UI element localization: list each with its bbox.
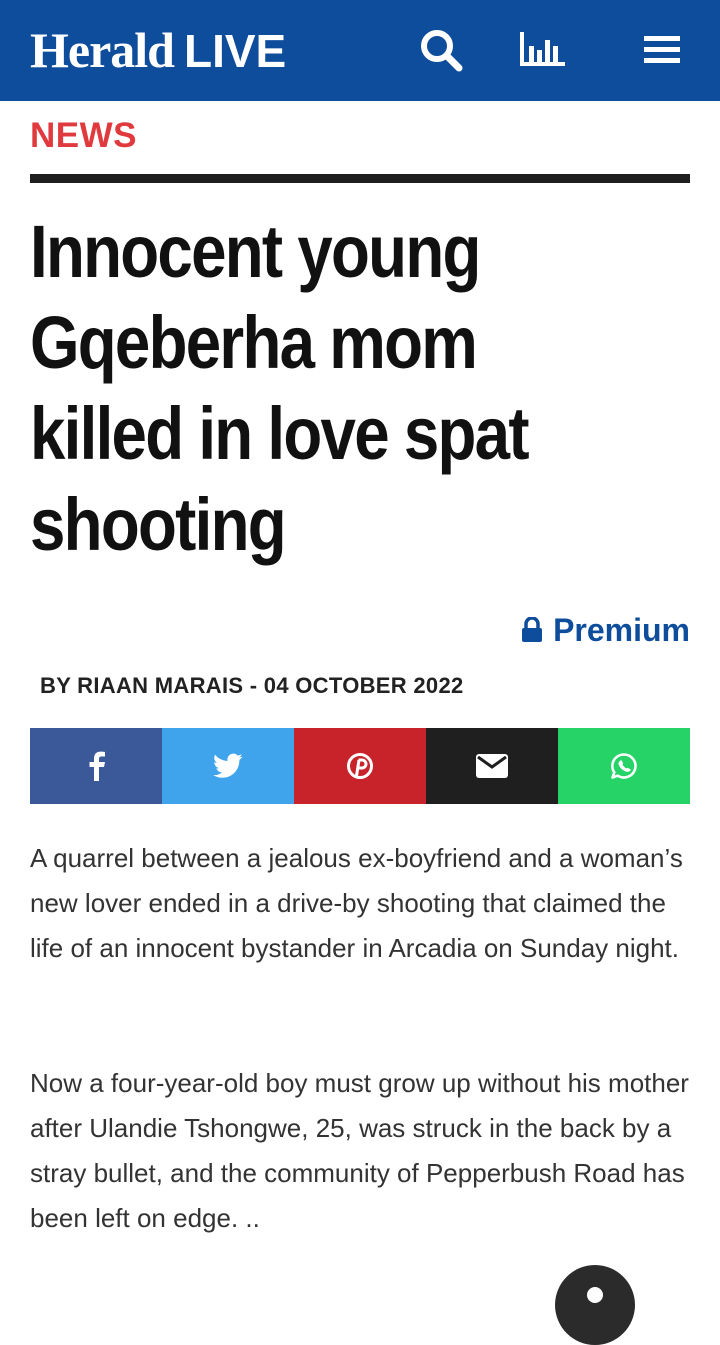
logo-main-text: Herald <box>30 22 175 78</box>
top-bar: Herald LIVE <box>0 0 720 101</box>
share-facebook-button[interactable] <box>30 728 162 804</box>
logo-live-text: LIVE <box>183 25 287 77</box>
share-bar <box>30 728 690 804</box>
twitter-icon <box>213 753 243 778</box>
article-paragraph: A quarrel between a jealous ex-boyfriend… <box>30 843 683 963</box>
share-twitter-button[interactable] <box>162 728 294 804</box>
premium-badge: Premium <box>521 610 690 650</box>
floating-action-button[interactable] <box>555 1265 635 1345</box>
share-pinterest-button[interactable] <box>294 728 426 804</box>
lock-icon <box>522 617 543 642</box>
share-email-button[interactable] <box>426 728 558 804</box>
whatsapp-icon <box>611 753 637 779</box>
section-divider <box>30 174 690 183</box>
section-label[interactable]: NEWS <box>30 115 137 157</box>
headline-line: Gqeberha mom <box>30 301 478 384</box>
facebook-icon <box>89 751 105 781</box>
mail-icon <box>476 754 508 778</box>
article-paragraph: Now a four-year-old boy must grow up wit… <box>30 1068 689 1233</box>
user-icon <box>587 1287 603 1303</box>
headline-line: shooting <box>30 483 287 566</box>
menu-icon[interactable] <box>640 26 688 74</box>
share-whatsapp-button[interactable] <box>558 728 690 804</box>
article-byline: BY RIAAN MARAIS - 04 OCTOBER 2022 <box>40 673 464 698</box>
article-headline: Innocent young Gqeberha mom killed in lo… <box>30 206 615 570</box>
chart-icon[interactable] <box>517 26 565 74</box>
headline-line: Innocent young <box>30 210 481 293</box>
pinterest-icon <box>347 753 373 779</box>
search-icon[interactable] <box>417 26 465 74</box>
headline-line: killed in love spat <box>30 392 530 475</box>
premium-label: Premium <box>553 611 690 648</box>
site-logo[interactable]: Herald LIVE <box>30 22 286 79</box>
